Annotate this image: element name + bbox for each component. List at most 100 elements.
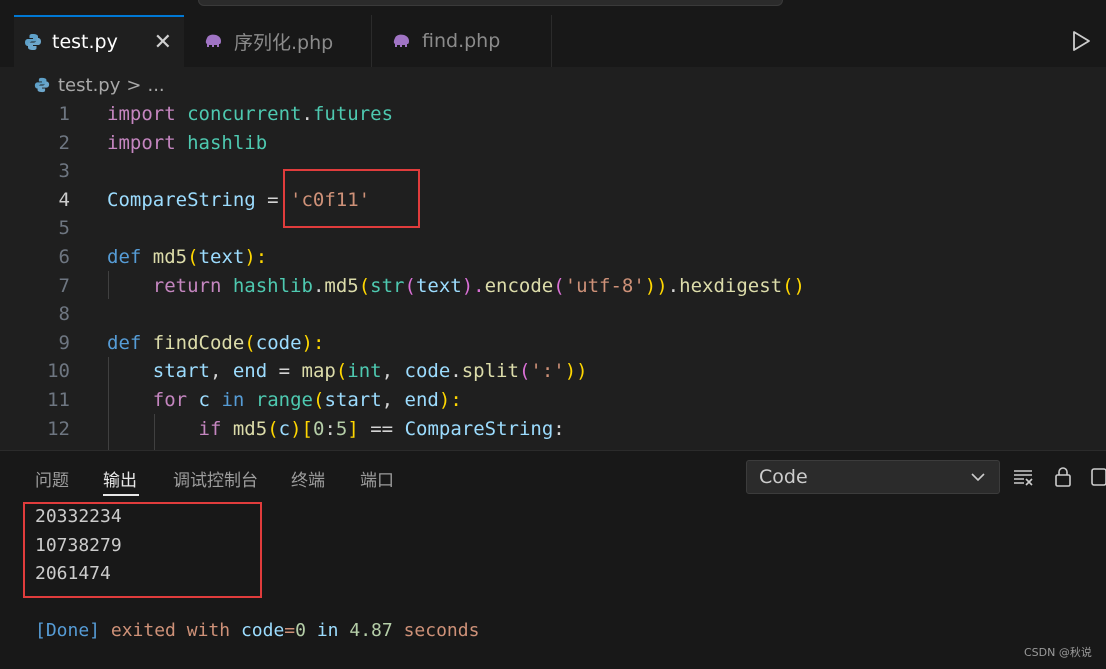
line-number: 10 <box>47 360 70 383</box>
lock-icon[interactable] <box>1053 466 1073 492</box>
code-token: )) <box>564 360 588 383</box>
code-token: text <box>198 246 245 268</box>
equals-sign: = <box>284 620 296 641</box>
code-token: CompareString <box>404 417 554 440</box>
elapsed-time: 4.87 <box>349 620 393 641</box>
code-line: 9 def findCode(code): <box>0 329 1106 358</box>
line-number: 2 <box>58 131 70 154</box>
code-token: hashlib <box>187 131 268 154</box>
code-token: . <box>312 274 325 297</box>
line-number: 11 <box>47 389 70 411</box>
code-line: 6 def md5(text): <box>0 243 1106 272</box>
code-token: ( <box>187 246 199 268</box>
code-token: import <box>107 103 176 125</box>
in-text: in <box>316 620 339 641</box>
code-line: 7 return hashlib.md5(str(text).encode('u… <box>0 272 1106 301</box>
tab-output[interactable]: 输出 <box>103 466 137 491</box>
code-token: def <box>107 246 142 268</box>
code-token: int <box>347 360 382 383</box>
code-token: start <box>152 360 210 383</box>
code-token: if <box>198 417 222 440</box>
code-token: c <box>198 389 210 411</box>
code-token: hexdigest <box>679 274 783 297</box>
done-tag: [Done] <box>35 620 101 641</box>
output-channel-select[interactable]: Code <box>746 460 1000 494</box>
breadcrumb-more[interactable]: ... <box>147 75 164 96</box>
line-number: 12 <box>47 417 70 440</box>
line-number: 6 <box>58 246 70 268</box>
code-token: ( <box>404 274 416 297</box>
code-token: futures <box>312 103 394 125</box>
chevron-right-icon: > <box>126 74 142 96</box>
code-line: 1 import concurrent.futures <box>0 100 1106 129</box>
code-token: md5 <box>152 246 188 268</box>
code-token: = <box>267 360 302 383</box>
code-token: )[ <box>290 417 313 440</box>
code-token: , <box>381 360 405 383</box>
code-token: , <box>381 389 405 411</box>
code-token: return <box>152 274 222 297</box>
watermark: CSDN @秋说 <box>1024 646 1092 659</box>
line-number: 1 <box>58 103 70 125</box>
code-token: ( <box>553 274 565 297</box>
code-editor[interactable]: 1 import concurrent.futures 2 import has… <box>0 100 1106 450</box>
code-token: encode <box>484 274 554 297</box>
php-icon <box>392 33 412 49</box>
code-token: import <box>107 131 176 154</box>
code-token: for <box>152 389 188 411</box>
code-line: 12 if md5(c)[0:5] == CompareString: <box>0 415 1106 444</box>
clear-output-icon[interactable] <box>1012 466 1034 492</box>
code-token: )) <box>644 274 668 297</box>
done-text: exited with <box>110 620 231 641</box>
code-token: str <box>370 274 405 297</box>
run-icon[interactable] <box>1070 30 1092 56</box>
tab-test-py[interactable]: test.py ✕ <box>14 15 184 67</box>
code-line: 10 start, end = map(int, code.split(':')… <box>0 357 1106 386</box>
active-tab-indicator <box>103 494 139 496</box>
php-icon <box>204 33 224 49</box>
tab-debug-console[interactable]: 调试控制台 <box>173 466 258 491</box>
line-number: 7 <box>58 274 70 297</box>
tab-ports[interactable]: 端口 <box>360 466 394 491</box>
code-token: CompareString <box>107 188 256 211</box>
tab-problems[interactable]: 问题 <box>35 466 69 491</box>
code-token: 'utf-8' <box>564 274 645 297</box>
highlight-box <box>283 169 420 228</box>
code-token: start <box>324 389 382 411</box>
python-icon <box>24 33 42 51</box>
code-line: 11 for c in range(start, end): <box>0 386 1106 415</box>
code-token: concurrent <box>187 103 302 125</box>
code-token: md5 <box>232 417 268 440</box>
code-token: 5 <box>335 417 348 440</box>
line-number: 5 <box>58 217 70 240</box>
code-token: ): <box>301 331 325 354</box>
code-token: : <box>324 417 336 440</box>
code-token: ( <box>358 274 371 297</box>
tab-label: test.py <box>52 31 118 53</box>
code-token: ). <box>461 274 485 297</box>
tab-label: find.php <box>422 30 501 52</box>
code-token: end <box>232 360 268 383</box>
command-center[interactable] <box>198 0 783 6</box>
line-number: 4 <box>58 188 70 211</box>
more-icon[interactable] <box>1090 466 1106 492</box>
tab-terminal[interactable]: 终端 <box>291 466 325 491</box>
code-token: end <box>404 389 439 411</box>
code-token: range <box>255 389 313 411</box>
code-token: . <box>450 360 462 383</box>
highlight-box <box>23 502 262 598</box>
close-icon[interactable]: ✕ <box>154 30 172 55</box>
breadcrumb-file[interactable]: test.py <box>58 75 120 96</box>
time-unit: seconds <box>403 620 480 641</box>
tab-find-php[interactable]: find.php <box>374 15 552 67</box>
tab-serialize-php[interactable]: 序列化.php <box>186 15 372 67</box>
exit-code-label: code <box>240 620 285 641</box>
